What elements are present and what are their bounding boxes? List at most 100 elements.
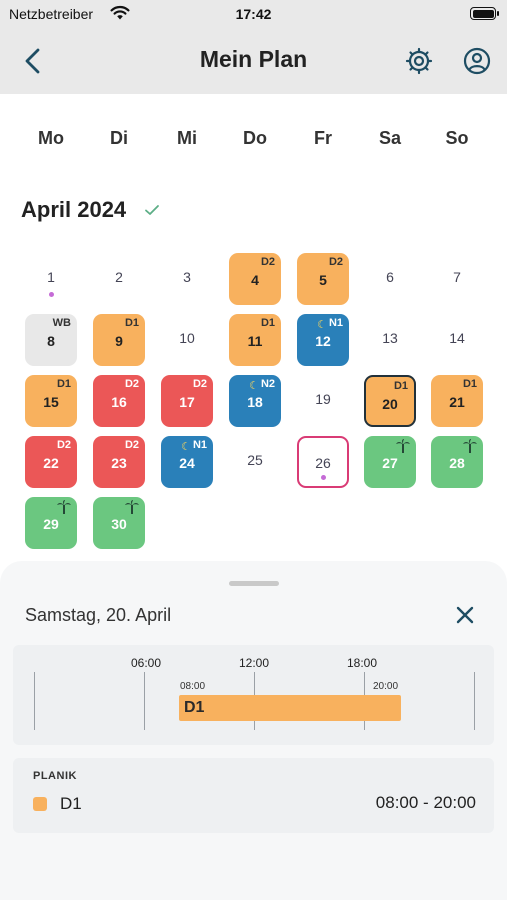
- calendar-day-28[interactable]: 28: [431, 436, 483, 488]
- day-number: 26: [315, 455, 331, 471]
- day-number: 27: [382, 455, 398, 471]
- shift-code: N1: [328, 317, 343, 329]
- day-number: 16: [111, 394, 127, 410]
- shift-code: D2: [124, 439, 139, 451]
- calendar-day-15[interactable]: 15 D1: [25, 375, 77, 427]
- day-number: 3: [183, 269, 191, 285]
- calendar-day-27[interactable]: 27: [364, 436, 416, 488]
- check-icon: [145, 205, 159, 215]
- shift-code: WB: [52, 317, 71, 329]
- calendar-day-13[interactable]: 13: [364, 314, 416, 366]
- weekday-label: Di: [110, 128, 128, 148]
- timeline-gridline: [144, 672, 145, 730]
- calendar-day-2[interactable]: 2: [93, 253, 145, 305]
- user-circle-icon[interactable]: [461, 45, 493, 77]
- day-number: 7: [453, 269, 461, 285]
- shift-end-label: 20:00: [373, 681, 399, 692]
- sheet-grabber[interactable]: [229, 581, 279, 586]
- calendar-day-25[interactable]: 25: [229, 436, 281, 488]
- day-number: 21: [449, 394, 465, 410]
- clock: 17:42: [235, 6, 272, 22]
- calendar-day-22[interactable]: 22 D2: [25, 436, 77, 488]
- day-number: 15: [43, 394, 59, 410]
- calendar-day-11[interactable]: 11 D1: [229, 314, 281, 366]
- weekday-label: Do: [243, 128, 267, 148]
- calendar-day-7[interactable]: 7: [431, 253, 483, 305]
- close-icon[interactable]: [450, 600, 480, 630]
- day-number: 24: [179, 455, 195, 471]
- calendar-day-4[interactable]: 4 D2: [229, 253, 281, 305]
- shift-time: 08:00 - 20:00: [375, 793, 476, 812]
- timeline-tick-label: 18:00: [346, 656, 378, 670]
- day-number: 18: [247, 394, 263, 410]
- shift-code: D2: [260, 256, 275, 268]
- shift-code: D1: [462, 378, 477, 390]
- calendar-day-8[interactable]: 8 WB: [25, 314, 77, 366]
- day-number: 17: [179, 394, 195, 410]
- day-number: 28: [449, 455, 465, 471]
- calendar-day-20[interactable]: 20 D1: [364, 375, 416, 427]
- calendar-day-12[interactable]: 12 N1 ☾: [297, 314, 349, 366]
- selected-date: Samstag, 20. April: [25, 605, 172, 625]
- shift-bar[interactable]: [179, 695, 401, 721]
- calendar-day-26[interactable]: 26: [297, 436, 349, 488]
- calendar-day-6[interactable]: 6: [364, 253, 416, 305]
- calendar-day-1[interactable]: 1: [25, 253, 77, 305]
- shift-start-label: 08:00: [180, 681, 206, 692]
- calendar-day-14[interactable]: 14: [431, 314, 483, 366]
- moon-icon: ☾: [317, 319, 327, 331]
- day-number: 20: [382, 396, 398, 412]
- shift-code: N2: [260, 378, 275, 390]
- day-number: 30: [111, 516, 127, 532]
- day-number: 6: [386, 269, 394, 285]
- day-number: 8: [47, 333, 55, 349]
- calendar-day-18[interactable]: 18 N2 ☾: [229, 375, 281, 427]
- calendar-day-10[interactable]: 10: [161, 314, 213, 366]
- calendar-day-30[interactable]: 30: [93, 497, 145, 549]
- palm-tree-icon: [462, 438, 478, 454]
- timeline-tick-label: 12:00: [238, 656, 270, 670]
- timeline-gridline: [34, 672, 35, 730]
- day-number: 14: [449, 330, 465, 346]
- shift-code: N1: [192, 439, 207, 451]
- palm-tree-icon: [124, 499, 140, 515]
- day-number: 5: [319, 272, 327, 288]
- list-heading: PLANIK: [33, 770, 77, 782]
- calendar-day-24[interactable]: 24 N1 ☾: [161, 436, 213, 488]
- day-number: 4: [251, 272, 259, 288]
- day-number: 19: [315, 391, 331, 407]
- shift-code: D2: [192, 378, 207, 390]
- palm-tree-icon: [56, 499, 72, 515]
- gear-icon[interactable]: [403, 45, 435, 77]
- status-bar: Netzbetreiber 17:42: [0, 0, 507, 28]
- calendar-day-3[interactable]: 3: [161, 253, 213, 305]
- calendar-day-23[interactable]: 23 D2: [93, 436, 145, 488]
- day-number: 11: [247, 333, 263, 349]
- calendar-day-29[interactable]: 29: [25, 497, 77, 549]
- event-dot: [321, 475, 326, 480]
- day-number: 23: [111, 455, 127, 471]
- weekday-label: So: [445, 128, 469, 148]
- day-number: 22: [43, 455, 59, 471]
- calendar-day-5[interactable]: 5 D2: [297, 253, 349, 305]
- weekday-label: Mi: [177, 128, 197, 148]
- event-dot: [49, 292, 54, 297]
- day-number: 9: [115, 333, 123, 349]
- day-number: 29: [43, 516, 59, 532]
- shift-name[interactable]: D1: [60, 794, 82, 814]
- calendar-day-17[interactable]: 17 D2: [161, 375, 213, 427]
- timeline-tick-label: 06:00: [130, 656, 162, 670]
- shift-bar-label: D1: [184, 699, 205, 716]
- nav-bar: Mein Plan: [0, 28, 507, 94]
- shift-code: D2: [56, 439, 71, 451]
- palm-tree-icon: [395, 438, 411, 454]
- weekday-label: Fr: [314, 128, 332, 148]
- shift-code: D1: [393, 380, 408, 392]
- calendar-day-19[interactable]: 19: [297, 375, 349, 427]
- shift-code: D1: [56, 378, 71, 390]
- calendar-day-9[interactable]: 9 D1: [93, 314, 145, 366]
- day-number: 13: [382, 330, 398, 346]
- calendar-day-16[interactable]: 16 D2: [93, 375, 145, 427]
- calendar-day-21[interactable]: 21 D1: [431, 375, 483, 427]
- shift-code: D2: [328, 256, 343, 268]
